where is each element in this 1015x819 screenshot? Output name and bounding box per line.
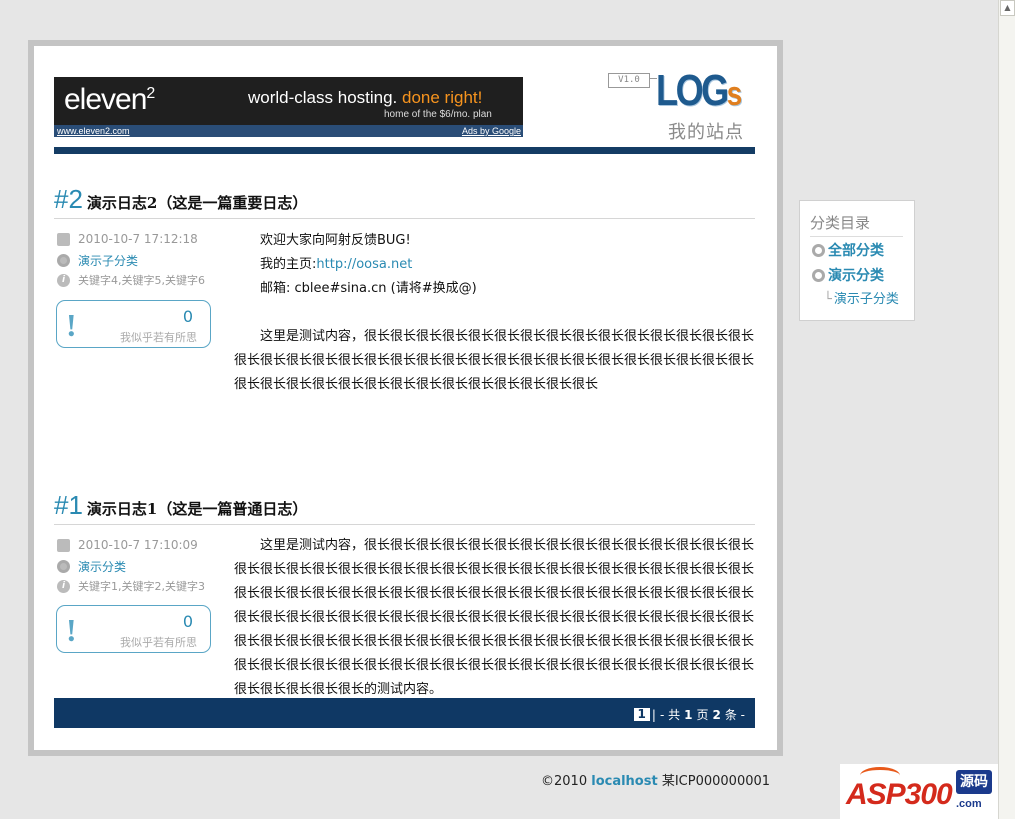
- category-sidebar: 分类目录 全部分类 演示分类 └ 演示子分类: [799, 200, 915, 321]
- post-number: #2: [54, 184, 83, 214]
- post-category: 演示子分类: [57, 252, 138, 269]
- scroll-up-arrow-icon[interactable]: ▲: [1000, 0, 1015, 16]
- sidebar-title: 分类目录: [810, 214, 871, 232]
- comment-box[interactable]: ! 0 我似乎若有所思: [56, 300, 211, 348]
- ad-banner[interactable]: eleven2 world-class hosting. done right!…: [54, 77, 523, 137]
- post-number: #1: [54, 490, 83, 520]
- localhost-link[interactable]: localhost: [591, 774, 657, 789]
- post-body: 欢迎大家向阿射反馈BUG! 我的主页:http://oosa.net 邮箱: c…: [234, 233, 755, 392]
- site-name[interactable]: 我的站点: [668, 118, 744, 144]
- bullet-icon: [812, 243, 825, 257]
- calendar-icon: [57, 232, 70, 246]
- post-keywords: i 关键字4,关键字5,关键字6: [57, 272, 205, 288]
- current-page-button[interactable]: 1: [633, 708, 650, 721]
- exclamation-icon: !: [66, 612, 77, 648]
- vertical-scrollbar[interactable]: ▲: [998, 0, 1015, 819]
- sidebar-item-demo[interactable]: 演示分类: [812, 265, 884, 285]
- category-icon: [57, 560, 70, 573]
- post-keywords: i 关键字1,关键字2,关键字3: [57, 578, 205, 594]
- category-link[interactable]: 演示分类: [78, 558, 126, 575]
- tree-branch-icon: └: [824, 292, 832, 307]
- pagination: 1 | - 共 1 页 2 条 -: [633, 706, 745, 723]
- post-category: 演示分类: [57, 558, 126, 575]
- main-panel: eleven2 world-class hosting. done right!…: [34, 46, 777, 750]
- watermark: ASP300 源码 .com: [840, 764, 998, 819]
- post-title[interactable]: #1 演示日志1（这是一篇普通日志）: [54, 490, 307, 521]
- post-body: 这里是测试内容，很长很长很长很长很长很长很长很长很长很长很长很长很长很长很长很长…: [234, 538, 755, 697]
- bullet-icon: [812, 268, 825, 282]
- version-badge: V1.0: [608, 73, 650, 88]
- total-pages: 1: [684, 707, 693, 722]
- total-items: 2: [712, 707, 721, 722]
- ad-url-link[interactable]: www.eleven2.com: [57, 125, 130, 137]
- ads-by-google-link[interactable]: Ads by Google: [462, 125, 521, 137]
- post-date: 2010-10-7 17:10:09: [57, 538, 198, 552]
- post-divider: [54, 524, 755, 525]
- info-icon: i: [57, 273, 70, 287]
- ad-logo: eleven2: [64, 83, 155, 116]
- footer: ©2010 localhost 某ICP000000001: [541, 774, 771, 789]
- category-link[interactable]: 演示子分类: [78, 252, 138, 269]
- comment-count: 0: [182, 307, 193, 326]
- info-icon: i: [57, 579, 70, 593]
- comment-box[interactable]: ! 0 我似乎若有所思: [56, 605, 211, 653]
- main-frame: eleven2 world-class hosting. done right!…: [28, 40, 783, 756]
- sidebar-item-demo-sub[interactable]: └ 演示子分类: [824, 288, 899, 307]
- post-divider: [54, 218, 755, 219]
- pagination-bar: 1 | - 共 1 页 2 条 -: [54, 698, 755, 728]
- exclamation-icon: !: [66, 307, 77, 343]
- comment-hint: 我似乎若有所思: [120, 331, 197, 344]
- site-logo[interactable]: LOGs: [656, 66, 742, 116]
- ad-link-bar: www.eleven2.com Ads by Google: [54, 125, 523, 137]
- sidebar-divider: [810, 236, 903, 237]
- homepage-link[interactable]: http://oosa.net: [316, 257, 412, 272]
- ad-subline: home of the $6/mo. plan: [384, 109, 492, 120]
- ad-tagline: world-class hosting. done right!: [248, 88, 483, 107]
- comment-count: 0: [182, 612, 193, 631]
- sidebar-item-all[interactable]: 全部分类: [812, 240, 884, 260]
- post-title[interactable]: #2 演示日志2（这是一篇重要日志）: [54, 184, 307, 215]
- category-icon: [57, 254, 70, 267]
- header-divider: [54, 147, 755, 154]
- post-date: 2010-10-7 17:12:18: [57, 232, 198, 246]
- comment-hint: 我似乎若有所思: [120, 636, 197, 649]
- calendar-icon: [57, 538, 70, 552]
